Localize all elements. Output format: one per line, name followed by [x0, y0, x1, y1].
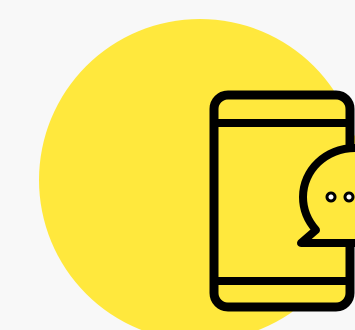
phone-chat-icon: [209, 90, 355, 312]
chat-dot-icon: [343, 191, 355, 203]
phone-chat-illustration: [39, 19, 355, 330]
chat-dot-icon: [325, 191, 337, 203]
illustration-stage: [0, 0, 355, 330]
